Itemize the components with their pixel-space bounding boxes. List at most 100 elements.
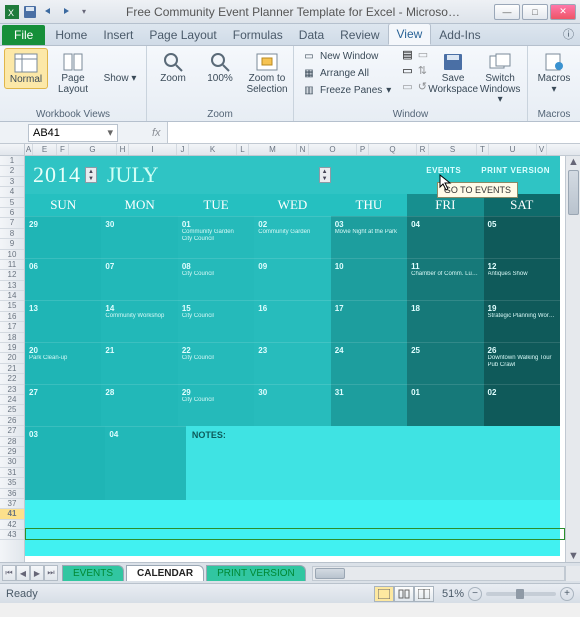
spinner-up-icon[interactable]: ▲ <box>320 168 330 175</box>
events-link[interactable]: EVENTS <box>426 166 461 175</box>
column-header-R[interactable]: R <box>417 144 429 155</box>
calendar-day[interactable]: 01 <box>407 384 483 426</box>
row-header-30[interactable]: 30 <box>0 457 24 467</box>
column-header-K[interactable]: K <box>189 144 237 155</box>
ribbon-tab-add-ins[interactable]: Add-Ins <box>431 25 488 45</box>
column-header-L[interactable]: L <box>237 144 249 155</box>
zoom-slider-knob[interactable] <box>516 589 524 599</box>
maximize-button[interactable]: □ <box>522 4 548 20</box>
ribbon-tab-review[interactable]: Review <box>332 25 387 45</box>
calendar-day[interactable]: 02 <box>484 384 560 426</box>
calendar-day[interactable]: 25 <box>407 342 483 384</box>
scroll-thumb[interactable] <box>568 170 579 215</box>
calendar-day[interactable]: 28 <box>101 384 177 426</box>
row-header-12[interactable]: 12 <box>0 270 24 280</box>
row-header-41[interactable]: 41 <box>0 509 24 519</box>
spinner-down-icon[interactable]: ▼ <box>86 175 96 182</box>
zoom-button[interactable]: Zoom <box>151 48 195 87</box>
sheet-tab-print-version[interactable]: PRINT VERSION <box>206 565 306 581</box>
row-header-19[interactable]: 19 <box>0 343 24 353</box>
calendar-day[interactable]: 21 <box>101 342 177 384</box>
notes-cell[interactable]: NOTES: <box>186 426 560 500</box>
ribbon-tab-formulas[interactable]: Formulas <box>225 25 291 45</box>
column-header-M[interactable]: M <box>249 144 297 155</box>
column-header-O[interactable]: O <box>309 144 357 155</box>
calendar-day[interactable]: 15City Council <box>178 300 254 342</box>
calendar-day[interactable]: 14Community Workshop <box>101 300 177 342</box>
zoom-out-button[interactable]: − <box>468 587 482 601</box>
switch-windows-button[interactable]: Switch Windows ▾ <box>478 48 522 108</box>
name-box[interactable]: AB41▾ <box>28 124 118 142</box>
page-layout-shortcut[interactable] <box>394 586 414 602</box>
row-header-37[interactable]: 37 <box>0 499 24 509</box>
calendar-day[interactable]: 05 <box>484 216 560 258</box>
horizontal-scrollbar[interactable] <box>312 566 565 581</box>
zoom-in-button[interactable]: + <box>560 587 574 601</box>
calendar-day[interactable]: 30 <box>101 216 177 258</box>
row-header-29[interactable]: 29 <box>0 447 24 457</box>
column-header-A[interactable]: A <box>25 144 33 155</box>
column-header-J[interactable]: J <box>177 144 189 155</box>
year-spinner[interactable]: ▲▼ <box>85 167 97 183</box>
tab-nav-prev-icon[interactable]: ◀ <box>16 565 30 581</box>
cell-grid[interactable]: 2014 ▲▼ JULY ▲▼ EVENTS PRINT VERSION GO … <box>25 156 565 562</box>
scroll-down-icon[interactable]: ▼ <box>566 550 580 562</box>
calendar-day[interactable]: 30 <box>254 384 330 426</box>
row-header-6[interactable]: 6 <box>0 208 24 218</box>
save-workspace-button[interactable]: Save Workspace <box>431 48 475 97</box>
calendar-day-next-03[interactable]: 03 <box>25 426 105 500</box>
calendar-day[interactable]: 29 <box>25 216 101 258</box>
split-icon[interactable]: ▤ <box>402 48 412 61</box>
row-header-1[interactable]: 1 <box>0 156 24 166</box>
page-break-shortcut[interactable] <box>414 586 434 602</box>
row-header-42[interactable]: 42 <box>0 520 24 530</box>
row-header-36[interactable]: 36 <box>0 489 24 499</box>
row-header-10[interactable]: 10 <box>0 250 24 260</box>
save-icon[interactable] <box>22 4 38 20</box>
zoom-100-button[interactable]: 100% <box>198 48 242 87</box>
spinner-down-icon[interactable]: ▼ <box>320 175 330 182</box>
column-header-H[interactable]: H <box>117 144 129 155</box>
calendar-day[interactable]: 02Community Garden <box>254 216 330 258</box>
tab-nav-first-icon[interactable]: ⏮ <box>2 565 16 581</box>
hide-icon[interactable]: ▭ <box>402 64 412 77</box>
row-header-9[interactable]: 9 <box>0 239 24 249</box>
name-box-dropdown-icon[interactable]: ▾ <box>107 126 113 139</box>
sheet-tab-events[interactable]: EVENTS <box>62 565 124 581</box>
column-headers[interactable]: AEFGHIJKLMNOPQRSTUV <box>0 144 580 156</box>
arrange-all-button[interactable]: ▦Arrange All <box>298 65 395 81</box>
calendar-day[interactable]: 04 <box>407 216 483 258</box>
row-header-14[interactable]: 14 <box>0 291 24 301</box>
calendar-day[interactable]: 17 <box>331 300 407 342</box>
scroll-up-icon[interactable]: ▲ <box>566 156 580 168</box>
print-version-link[interactable]: PRINT VERSION <box>481 166 550 175</box>
column-header-Q[interactable]: Q <box>369 144 417 155</box>
ribbon-tab-data[interactable]: Data <box>291 25 332 45</box>
calendar-day[interactable]: 11Chamber of Comm. Luncheon <box>407 258 483 300</box>
unhide-icon[interactable]: ▭ <box>402 80 412 93</box>
redo-icon[interactable] <box>58 4 74 20</box>
row-header-22[interactable]: 22 <box>0 374 24 384</box>
row-header-27[interactable]: 27 <box>0 426 24 436</box>
calendar-day[interactable]: 06 <box>25 258 101 300</box>
row-header-43[interactable]: 43 <box>0 530 24 540</box>
row-header-3[interactable]: 3 <box>0 177 24 187</box>
row-header-18[interactable]: 18 <box>0 333 24 343</box>
calendar-day[interactable]: 29City Council <box>178 384 254 426</box>
calendar-day[interactable]: 18 <box>407 300 483 342</box>
ribbon-tab-home[interactable]: Home <box>47 25 95 45</box>
column-header-U[interactable]: U <box>489 144 537 155</box>
row-header-24[interactable]: 24 <box>0 395 24 405</box>
minimize-button[interactable]: — <box>494 4 520 20</box>
row-header-8[interactable]: 8 <box>0 229 24 239</box>
file-tab[interactable]: File <box>2 25 45 45</box>
zoom-to-selection-button[interactable]: Zoom to Selection <box>245 48 289 97</box>
row-header-17[interactable]: 17 <box>0 322 24 332</box>
close-button[interactable]: ✕ <box>550 4 576 20</box>
row-headers[interactable]: 1234567891011121314151617181920212223242… <box>0 156 25 562</box>
reset-pos-icon[interactable]: ↺ <box>418 80 428 93</box>
view-side-icon[interactable]: ▭ <box>418 48 428 61</box>
row-header-21[interactable]: 21 <box>0 364 24 374</box>
spinner-up-icon[interactable]: ▲ <box>86 168 96 175</box>
row-header-4[interactable]: 4 <box>0 187 24 197</box>
